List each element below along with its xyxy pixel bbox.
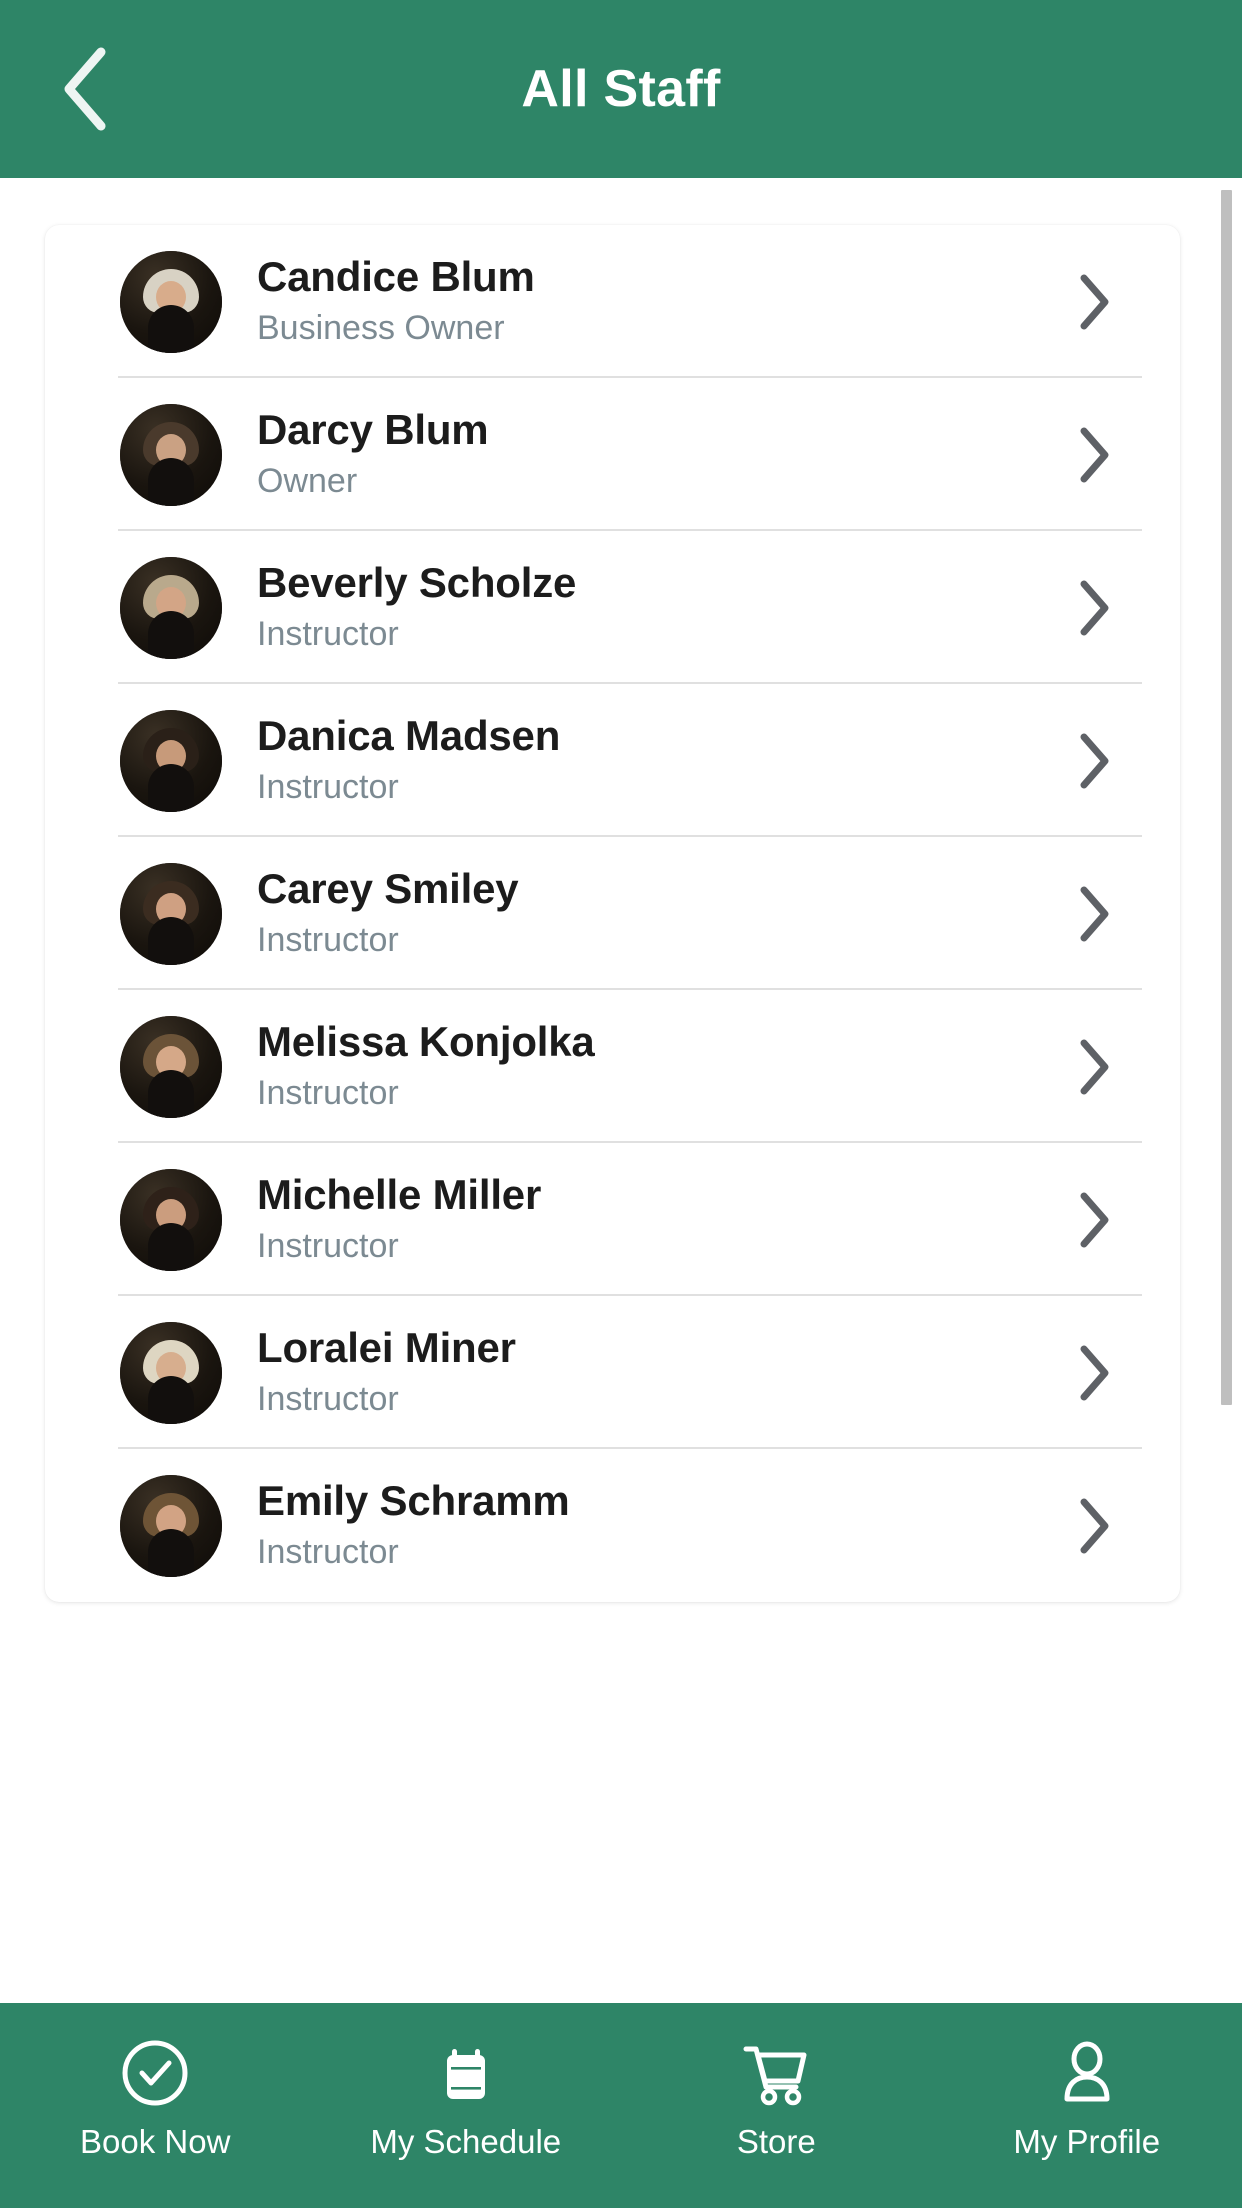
nav-label-store: Store — [736, 2123, 816, 2160]
chevron-right-icon[interactable] — [1066, 1038, 1124, 1096]
avatar — [120, 862, 222, 965]
staff-row-text: Carey Smiley Instructor — [257, 865, 1066, 962]
staff-name: Candice Blum — [257, 252, 535, 300]
staff-row[interactable]: Darcy Blum Owner — [45, 378, 1180, 531]
avatar — [120, 403, 222, 506]
person-icon — [1051, 2035, 1123, 2111]
scrollbar[interactable] — [1220, 178, 1242, 2003]
avatar — [120, 1015, 222, 1118]
staff-row-text: Emily Schramm Instructor — [257, 1477, 1066, 1574]
staff-scroll-area[interactable]: Candice Blum Business Owner Darcy Blum Owne… — [0, 178, 1242, 2003]
chevron-right-icon[interactable] — [1066, 885, 1124, 943]
staff-role: Instructor — [257, 1226, 399, 1265]
nav-item-store[interactable]: Store — [621, 2003, 932, 2208]
staff-list-card: Candice Blum Business Owner Darcy Blum Owne… — [45, 225, 1180, 1602]
staff-row-text: Michelle Miller Instructor — [257, 1171, 1066, 1268]
staff-name: Danica Madsen — [257, 711, 561, 759]
app-header: All Staff — [0, 0, 1242, 178]
staff-row[interactable]: Danica Madsen Instructor — [45, 684, 1180, 837]
staff-role: Instructor — [257, 1379, 399, 1418]
staff-name: Melissa Konjolka — [257, 1017, 595, 1065]
staff-row[interactable]: Melissa Konjolka Instructor — [45, 990, 1180, 1143]
check-circle-icon — [119, 2035, 191, 2111]
staff-row[interactable]: Michelle Miller Instructor — [45, 1143, 1180, 1296]
staff-name: Carey Smiley — [257, 864, 519, 912]
staff-role: Instructor — [257, 920, 399, 959]
staff-role: Business Owner — [257, 308, 505, 347]
app-screen: All Staff Candice Blum Business Owner Darc… — [0, 0, 1242, 2208]
staff-role: Instructor — [257, 767, 399, 806]
staff-role: Instructor — [257, 614, 399, 653]
nav-label-my-schedule: My Schedule — [370, 2123, 562, 2160]
staff-name: Emily Schramm — [257, 1476, 570, 1524]
nav-item-my-profile[interactable]: My Profile — [932, 2003, 1242, 2208]
staff-row-text: Darcy Blum Owner — [257, 406, 1066, 503]
chevron-right-icon[interactable] — [1066, 426, 1124, 484]
staff-row[interactable]: Carey Smiley Instructor — [45, 837, 1180, 990]
staff-row-text: Candice Blum Business Owner — [257, 253, 1066, 350]
page-title: All Staff — [521, 60, 721, 118]
chevron-right-icon[interactable] — [1066, 579, 1124, 637]
bottom-navigation-bar: Book Now My Schedule Store My Profile — [0, 2003, 1242, 2208]
staff-row[interactable]: Emily Schramm Instructor — [45, 1449, 1180, 1602]
staff-name: Loralei Miner — [257, 1323, 516, 1371]
avatar — [120, 1321, 222, 1424]
staff-row[interactable]: Beverly Scholze Instructor — [45, 531, 1180, 684]
staff-name: Beverly Scholze — [257, 558, 577, 606]
nav-label-book-now: Book Now — [80, 2123, 231, 2160]
staff-row-text: Loralei Miner Instructor — [257, 1324, 1066, 1421]
chevron-left-icon — [57, 46, 113, 132]
staff-row-text: Beverly Scholze Instructor — [257, 559, 1066, 656]
staff-row-text: Melissa Konjolka Instructor — [257, 1018, 1066, 1115]
shopping-cart-icon — [738, 2035, 814, 2111]
back-button[interactable] — [30, 34, 140, 144]
avatar — [120, 250, 222, 353]
staff-role: Instructor — [257, 1532, 399, 1571]
chevron-right-icon[interactable] — [1066, 1344, 1124, 1402]
chevron-right-icon[interactable] — [1066, 732, 1124, 790]
staff-role: Owner — [257, 461, 358, 500]
staff-name: Darcy Blum — [257, 405, 489, 453]
staff-row-text: Danica Madsen Instructor — [257, 712, 1066, 809]
avatar — [120, 556, 222, 659]
staff-role: Instructor — [257, 1073, 399, 1112]
avatar — [120, 709, 222, 812]
nav-item-book-now[interactable]: Book Now — [0, 2003, 311, 2208]
avatar — [120, 1474, 222, 1577]
scrollbar-thumb[interactable] — [1221, 190, 1232, 1405]
chevron-right-icon[interactable] — [1066, 1497, 1124, 1555]
avatar — [120, 1168, 222, 1271]
chevron-right-icon[interactable] — [1066, 1191, 1124, 1249]
nav-label-my-profile: My Profile — [1013, 2123, 1161, 2160]
nav-item-my-schedule[interactable]: My Schedule — [311, 2003, 622, 2208]
staff-row[interactable]: Loralei Miner Instructor — [45, 1296, 1180, 1449]
staff-row[interactable]: Candice Blum Business Owner — [45, 225, 1180, 378]
chevron-right-icon[interactable] — [1066, 273, 1124, 331]
calendar-icon — [430, 2035, 502, 2111]
staff-name: Michelle Miller — [257, 1170, 542, 1218]
